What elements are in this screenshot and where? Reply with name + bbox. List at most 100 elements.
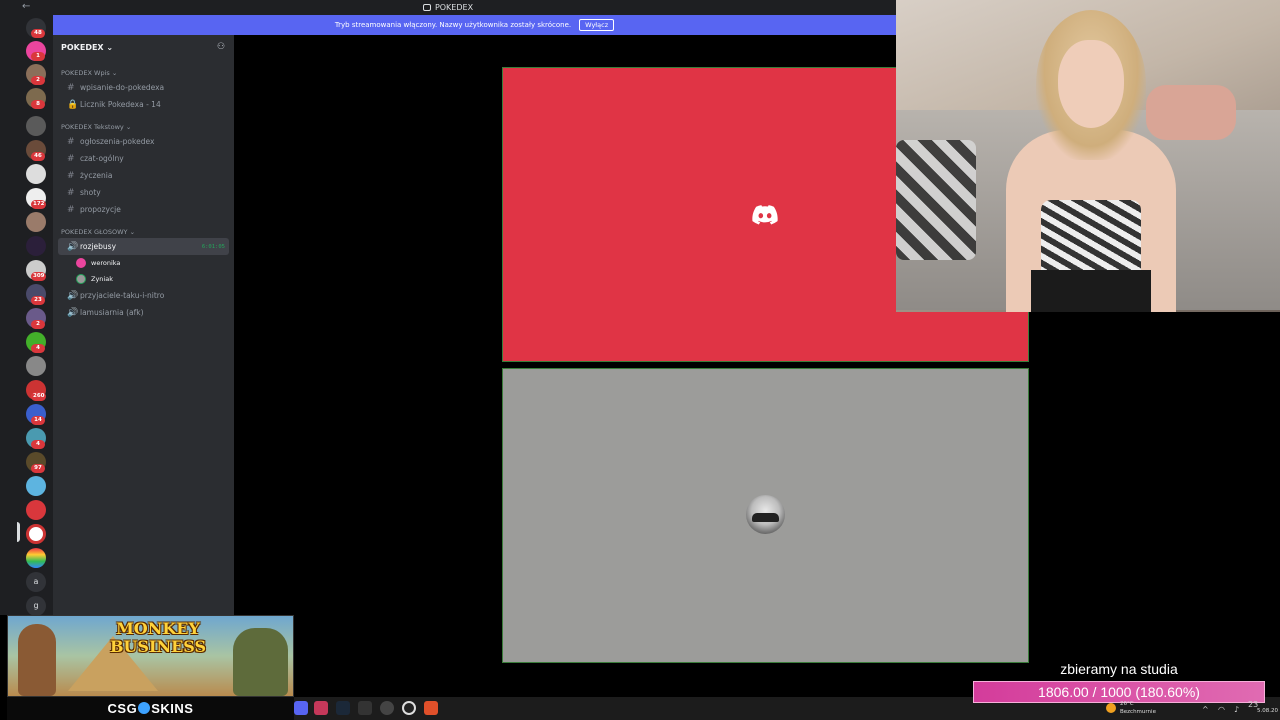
mention-badge: 46	[31, 152, 45, 161]
mention-badge: 8	[31, 100, 45, 109]
avatar	[76, 258, 86, 268]
disable-streamer-mode-button[interactable]: Wyłącz	[579, 19, 615, 31]
channel-zyczenia[interactable]: # życzenia	[58, 167, 229, 184]
channel-name: rozjebusy	[80, 242, 117, 251]
speaker-icon: 🔊	[67, 241, 79, 252]
category-header[interactable]: POKEDEX Tekstowy ⌄	[53, 123, 234, 133]
app-taskbar-icon[interactable]	[358, 701, 372, 715]
avatar	[76, 274, 86, 284]
channel-licznik[interactable]: 🔒 Licznik Pokedexa - 14	[58, 96, 229, 113]
invite-people-icon[interactable]: ⚇	[217, 42, 226, 52]
mention-badge: 48	[31, 29, 45, 38]
hash-icon: #	[67, 170, 75, 181]
server-letter-icon[interactable]: a	[26, 572, 46, 592]
channel-name: życzenia	[80, 171, 113, 180]
avatar	[746, 495, 785, 534]
mention-badge: 4	[31, 440, 45, 449]
chevron-down-icon: ⌄	[129, 228, 136, 236]
category-name: POKEDEX Wpis	[61, 69, 110, 77]
chevron-down-icon: ⌄	[111, 69, 118, 77]
weather-moon-icon	[1106, 703, 1116, 713]
goal-title: zbieramy na studia	[1060, 661, 1178, 677]
title-bar: ← POKEDEX	[0, 0, 896, 15]
server-icon[interactable]	[26, 500, 46, 520]
ad-title-line: MONKEY	[116, 619, 200, 638]
voice-user[interactable]: weronika	[53, 255, 234, 271]
mention-badge: 23	[31, 296, 45, 305]
server-rail: 48 1 2 8 46 172 309 23 2 4 260 14 4 97 a…	[0, 15, 53, 616]
active-server-indicator	[17, 522, 20, 542]
mention-badge: 2	[31, 76, 45, 85]
brave-taskbar-icon[interactable]	[424, 701, 438, 715]
server-icon[interactable]	[26, 356, 46, 376]
mention-badge: 1	[31, 52, 45, 61]
voice-channel-rozjebusy[interactable]: 🔊 rozjebusy 6:01:05	[58, 238, 229, 255]
channel-propozycje[interactable]: # propozycje	[58, 201, 229, 218]
app-taskbar-icon[interactable]	[402, 701, 416, 715]
mention-badge: 260	[31, 392, 47, 401]
server-icon[interactable]	[26, 164, 46, 184]
streamer-pants	[1031, 270, 1151, 312]
webcam-overlay	[896, 0, 1280, 312]
pillow	[896, 140, 976, 260]
window-title: POKEDEX	[0, 3, 896, 12]
brand-text: SKINS	[151, 701, 194, 716]
channel-ogloszenia[interactable]: # ogłoszenia-pokedex	[58, 133, 229, 150]
server-icon[interactable]	[26, 476, 46, 496]
channel-sidebar: POKEDEX ⌄ ⚇ POKEDEX Wpis ⌄ # wpisanie-do-…	[53, 35, 234, 615]
car-image	[752, 513, 779, 522]
mention-badge: 97	[31, 464, 45, 473]
server-icon[interactable]	[26, 548, 46, 568]
channel-czat[interactable]: # czat-ogólny	[58, 150, 229, 167]
clock-date[interactable]: 5.08.20	[1257, 708, 1278, 714]
server-header[interactable]: POKEDEX ⌄ ⚇	[53, 35, 234, 59]
channel-shoty[interactable]: # shoty	[58, 184, 229, 201]
hash-icon: #	[67, 82, 75, 93]
hash-icon: #	[67, 204, 75, 215]
streamer-mode-banner: Tryb streamowania włączony. Nazwy użytko…	[53, 15, 896, 35]
volume-icon[interactable]: ♪	[1234, 705, 1239, 714]
channel-name: wpisanie-do-pokedexa	[80, 83, 165, 92]
server-icon[interactable]	[26, 116, 46, 136]
channel-wpisanie[interactable]: # wpisanie-do-pokedexa	[58, 79, 229, 96]
voice-user[interactable]: Zyniak	[53, 271, 234, 287]
mention-badge: 4	[31, 344, 45, 353]
pokedex-server-icon[interactable]	[26, 524, 46, 544]
chevron-down-icon: ⌄	[125, 123, 132, 131]
weather-desc: Bezchmurnie	[1120, 709, 1156, 715]
channel-name: przyjaciele-taku-i-nitro	[80, 291, 165, 300]
category-header[interactable]: POKEDEX Wpis ⌄	[53, 69, 234, 79]
server-letter-icon[interactable]: g	[26, 596, 46, 616]
server-name: POKEDEX	[61, 42, 104, 52]
discord-taskbar-icon[interactable]	[294, 701, 308, 715]
channel-name: Licznik Pokedexa - 14	[80, 100, 161, 109]
voice-channel[interactable]: 🔊 lamusiarnia (afk)	[58, 304, 229, 321]
server-icon[interactable]	[26, 212, 46, 232]
category-name: POKEDEX GŁOSOWY	[61, 228, 128, 236]
window-title-text: POKEDEX	[434, 3, 474, 12]
chevron-up-icon[interactable]: ^	[1202, 705, 1209, 714]
mention-badge: 309	[31, 272, 47, 281]
voice-user-name: weronika	[91, 259, 121, 267]
mention-badge: 14	[31, 416, 45, 425]
streamer-face	[1058, 40, 1124, 128]
weather-temp: 26°C	[1120, 701, 1134, 707]
category-name: POKEDEX Tekstowy	[61, 123, 124, 131]
ad-title: MONKEY BUSINESS	[108, 620, 208, 656]
voice-user-name: Zyniak	[91, 275, 113, 283]
steam-taskbar-icon[interactable]	[336, 701, 350, 715]
network-icon[interactable]: ◠	[1218, 705, 1225, 714]
csgoskins-logo: CSG SKINS	[7, 697, 294, 720]
ad-character	[18, 624, 56, 696]
app-taskbar-icon[interactable]	[314, 701, 328, 715]
hash-icon: #	[67, 187, 75, 198]
category-header[interactable]: POKEDEX GŁOSOWY ⌄	[53, 228, 234, 238]
channel-name: ogłoszenia-pokedex	[80, 137, 155, 146]
server-icon[interactable]	[26, 236, 46, 256]
speaker-icon: 🔊	[67, 290, 79, 301]
obs-taskbar-icon[interactable]	[380, 701, 394, 715]
discord-logo-icon	[752, 205, 778, 225]
voice-channel[interactable]: 🔊 przyjaciele-taku-i-nitro	[58, 287, 229, 304]
brand-o-icon	[138, 702, 151, 714]
monkey-business-ad: MONKEY BUSINESS	[7, 615, 294, 697]
